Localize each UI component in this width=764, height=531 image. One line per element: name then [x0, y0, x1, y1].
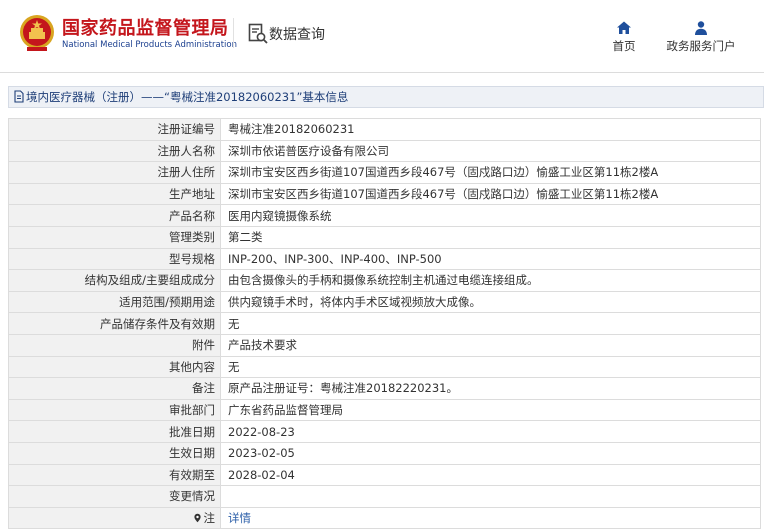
table-row: 型号规格 INP-200、INP-300、INP-400、INP-500 [8, 247, 761, 271]
field-label: 结构及组成/主要组成成分 [8, 269, 221, 292]
table-row: 其他内容无 [8, 355, 761, 379]
field-value: 供内窥镜手术时，将体内手术区域视频放大成像。 [220, 290, 761, 314]
details-link[interactable]: 详情 [228, 511, 251, 525]
table-row: 产品储存条件及有效期无 [8, 312, 761, 335]
note-value-cell: 详情 [220, 506, 761, 530]
national-emblem-icon [20, 15, 54, 51]
table-row: 产品名称 医用内窥镜摄像系统 [8, 204, 761, 227]
field-label: 备注 [8, 377, 221, 400]
field-label: 适用范围/预期用途 [8, 290, 221, 314]
field-label: 注册证编号 [8, 118, 221, 141]
table-row: 注册人住所 深圳市宝安区西乡街道107国道西乡段467号（固戍路口边）愉盛工业区第… [8, 161, 761, 184]
field-value: 2022-08-23 [220, 420, 761, 443]
note-label-cell: 注 [8, 506, 221, 530]
field-value: 2023-02-05 [220, 441, 761, 465]
nav-service-label: 政务服务门户 [666, 39, 736, 53]
field-value: 产品技术要求 [220, 333, 761, 357]
field-label: 生效日期 [8, 441, 221, 465]
user-icon [695, 21, 707, 35]
org-name-cn: 国家药品监督管理局 [62, 18, 229, 39]
table-row: 生产地址 深圳市宝安区西乡街道107国道西乡段467号（固戍路口边）愉盛工业区第1… [8, 182, 761, 206]
table-row: 备注 原产品注册证号：粤械注准20182220231。 [8, 377, 761, 400]
table-row-note: 注详情 [8, 506, 761, 530]
field-value: 无 [220, 312, 761, 335]
header-divider [233, 18, 234, 48]
field-label: 生产地址 [8, 182, 221, 206]
field-label: 注册人住所 [8, 161, 221, 184]
site-header: 国家药品监督管理局 National Medical Products Admi… [0, 0, 764, 72]
nav-home[interactable]: 首页 [606, 20, 642, 54]
table-row: 生效日期 2023-02-05 [8, 441, 761, 465]
field-value: 广东省药品监督管理局 [220, 398, 761, 422]
nav-service-portal[interactable]: 政务服务门户 [660, 20, 742, 54]
field-value: 粤械注准20182060231 [220, 118, 761, 141]
field-value: INP-200、INP-300、INP-400、INP-500 [220, 247, 761, 271]
field-label: 附件 [8, 333, 221, 357]
table-row: 结构及组成/主要组成成分 由包含摄像头的手柄和摄像系统控制主机通过电缆连接组成。 [8, 269, 761, 292]
search-document-icon [248, 23, 268, 44]
section-title: 数据查询 [269, 27, 325, 43]
org-name-en: National Medical Products Administration [62, 40, 237, 50]
table-row: 注册人名称 深圳市依诺普医疗设备有限公司 [8, 139, 761, 163]
table-row: 附件 产品技术要求 [8, 333, 761, 357]
detail-table-body: 注册证编号 粤械注准20182060231 注册人名称 深圳市依诺普医疗设备有限公司注… [8, 118, 761, 530]
field-label: 管理类别 [8, 225, 221, 249]
field-value: 由包含摄像头的手柄和摄像系统控制主机通过电缆连接组成。 [220, 269, 761, 292]
field-label: 有效期至 [8, 463, 221, 487]
field-value [220, 485, 761, 508]
table-row: 适用范围/预期用途 供内窥镜手术时，将体内手术区域视频放大成像。 [8, 290, 761, 314]
note-label: 注 [203, 510, 216, 525]
field-label: 变更情况 [8, 485, 221, 508]
note-icon [193, 513, 201, 523]
table-row: 批准日期 2022-08-23 [8, 420, 761, 443]
field-value: 医用内窥镜摄像系统 [220, 204, 761, 227]
field-value: 深圳市宝安区西乡街道107国道西乡段467号（固戍路口边）愉盛工业区第11栋2楼… [220, 161, 761, 184]
table-row: 注册证编号 粤械注准20182060231 [8, 118, 761, 141]
field-value: 2028-02-04 [220, 463, 761, 487]
field-label: 审批部门 [8, 398, 221, 422]
field-value: 无 [220, 355, 761, 379]
field-value: 原产品注册证号：粤械注准20182220231。 [220, 377, 761, 400]
table-row: 有效期至 2028-02-04 [8, 463, 761, 487]
field-value: 第二类 [220, 225, 761, 249]
table-row: 审批部门 广东省药品监督管理局 [8, 398, 761, 422]
field-label: 其他内容 [8, 355, 221, 379]
header-rule [0, 72, 764, 73]
field-label: 产品储存条件及有效期 [8, 312, 221, 335]
home-icon [617, 21, 631, 34]
table-row: 管理类别 第二类 [8, 225, 761, 249]
table-row: 变更情况 [8, 485, 761, 508]
document-icon [14, 90, 24, 103]
field-value: 深圳市宝安区西乡街道107国道西乡段467号（固戍路口边）愉盛工业区第11栋2楼… [220, 182, 761, 206]
breadcrumb-text: 境内医疗器械（注册）——“粤械注准20182060231”基本信息 [26, 90, 349, 104]
field-label: 批准日期 [8, 420, 221, 443]
field-value: 深圳市依诺普医疗设备有限公司 [220, 139, 761, 163]
detail-table: 注册证编号 粤械注准20182060231 注册人名称 深圳市依诺普医疗设备有限公司注… [8, 118, 761, 530]
field-label: 产品名称 [8, 204, 221, 227]
nav-home-label: 首页 [612, 39, 636, 53]
field-label: 型号规格 [8, 247, 221, 271]
field-label: 注册人名称 [8, 139, 221, 163]
